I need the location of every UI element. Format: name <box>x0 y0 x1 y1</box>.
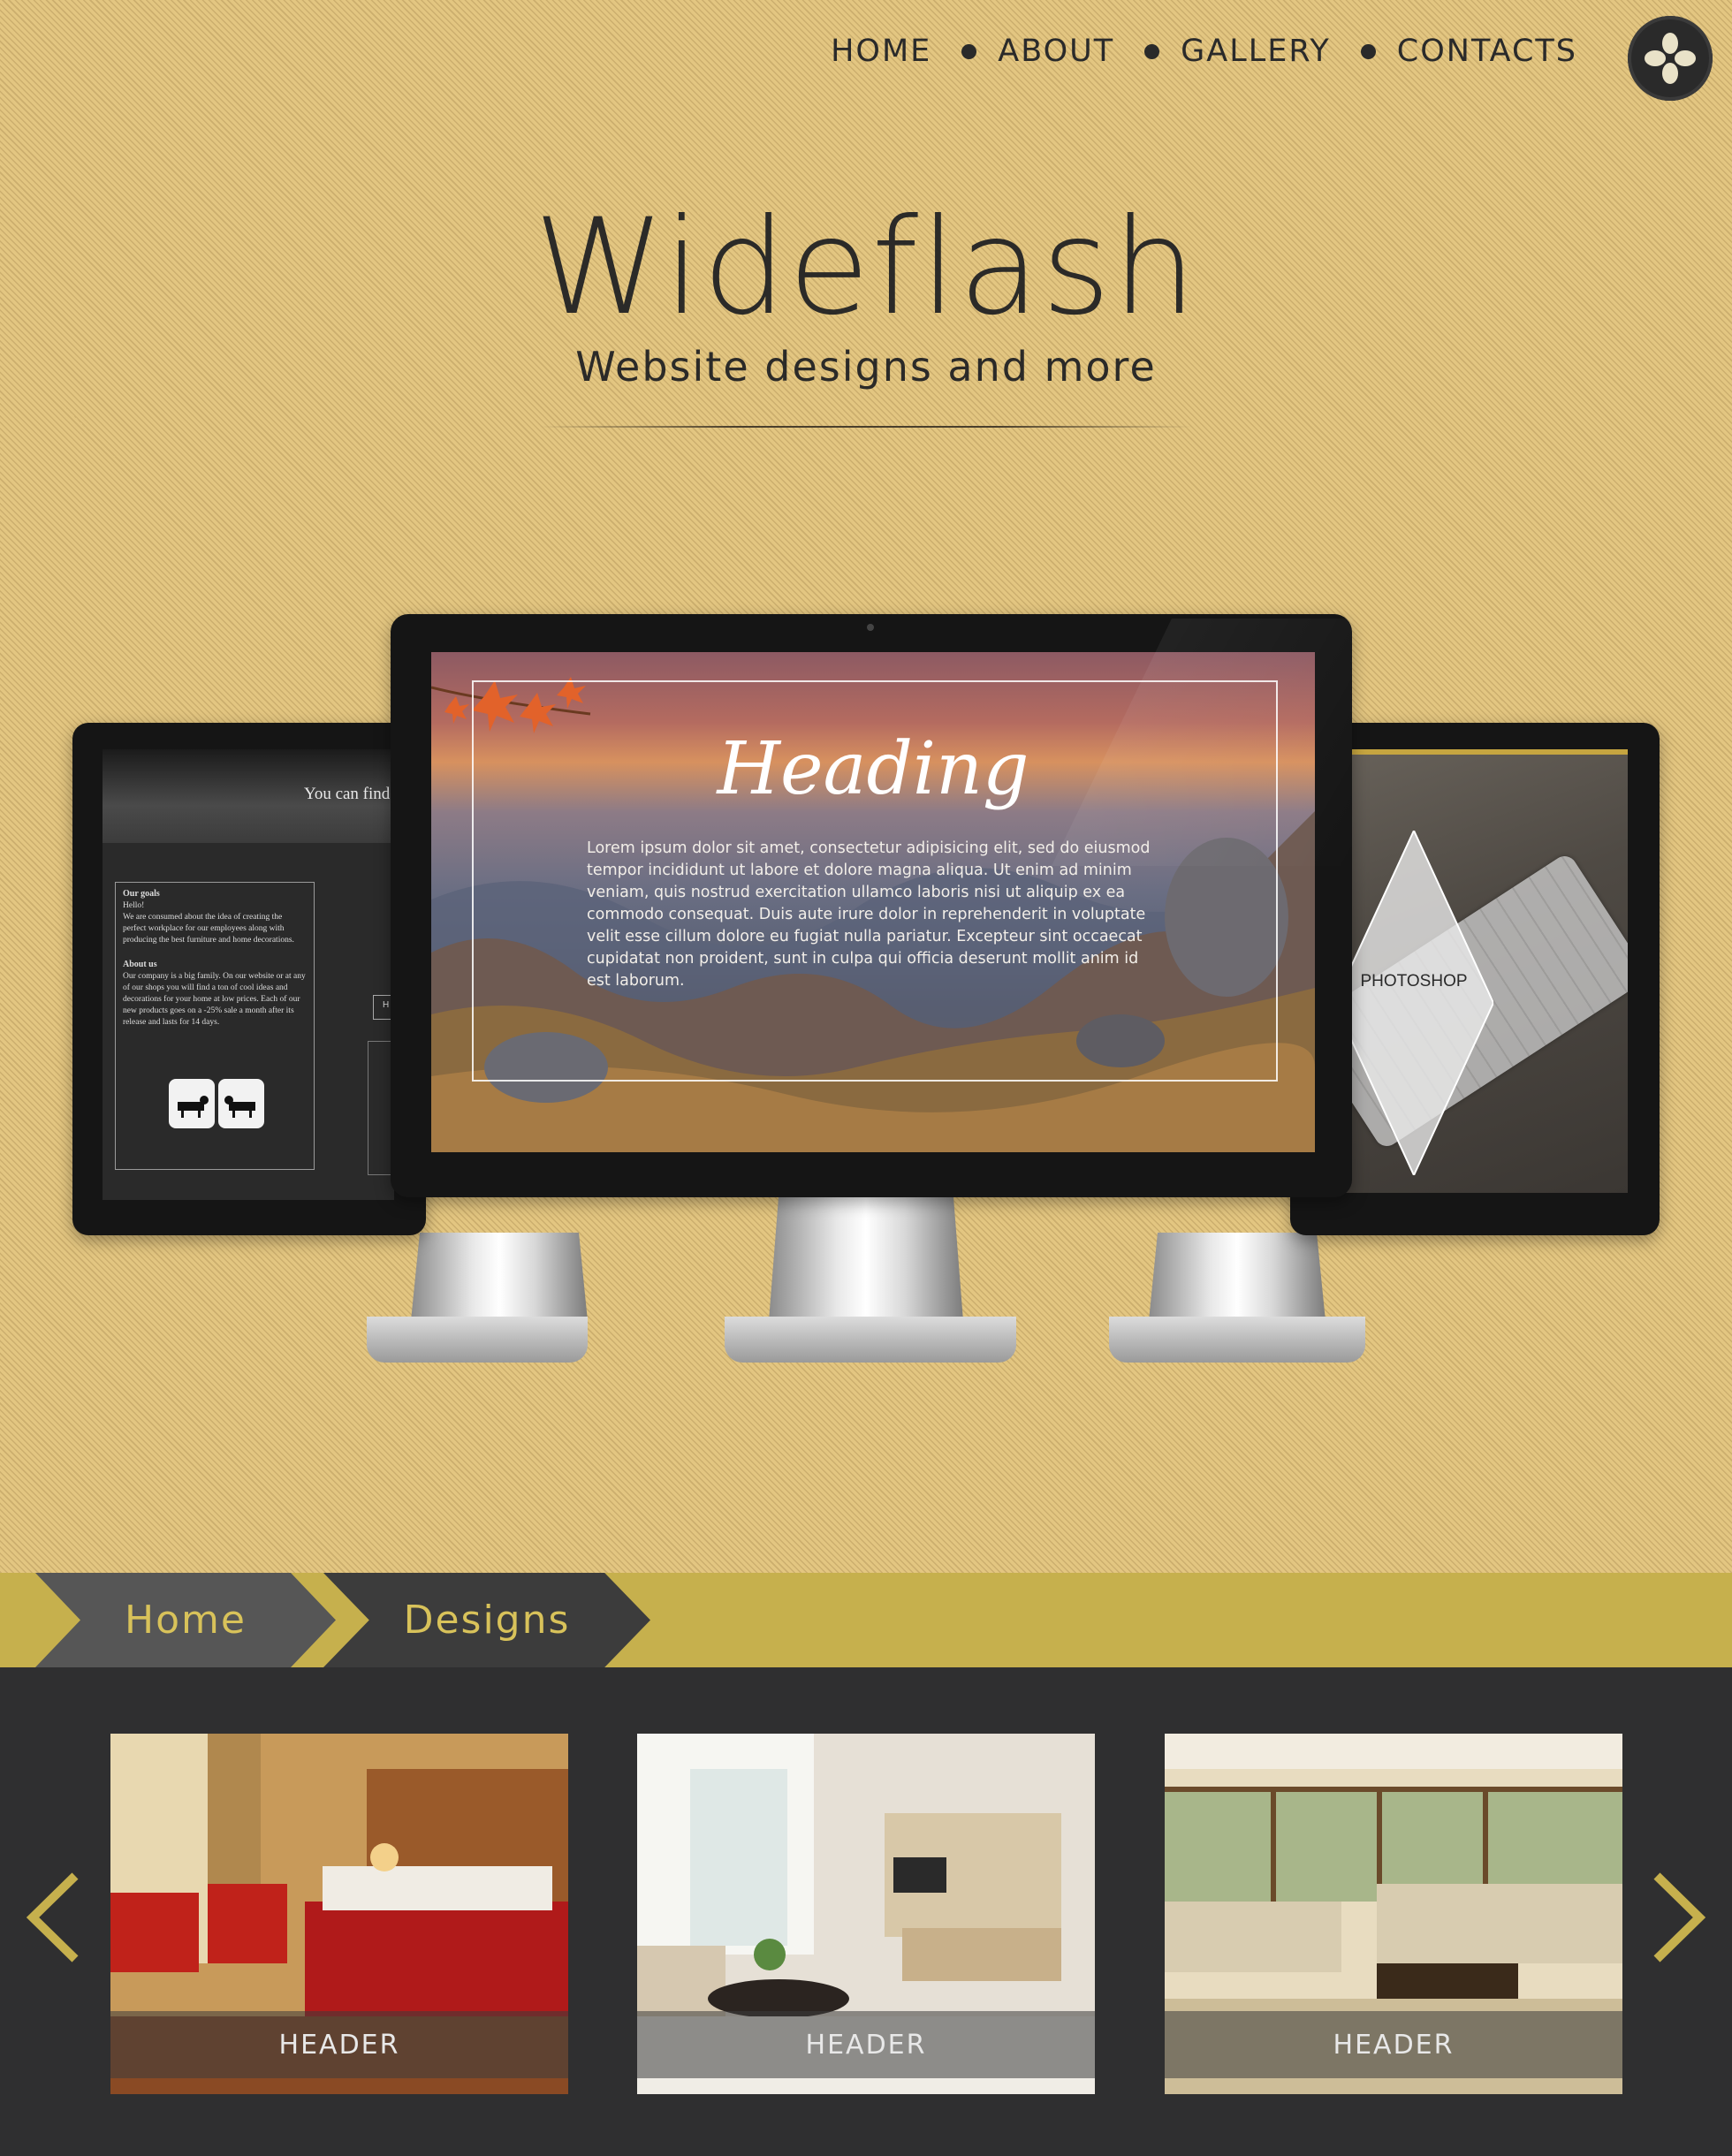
about-text: Our company is a big family. On our webs… <box>123 972 306 1027</box>
center-monitor-stand <box>769 1197 963 1321</box>
camera-dot <box>867 624 874 631</box>
right-monitor-foot <box>1109 1317 1365 1363</box>
left-monitor-stand <box>411 1233 588 1321</box>
flower-logo-icon[interactable] <box>1628 16 1713 101</box>
dachshund-pillows-image <box>169 1079 264 1128</box>
nav-separator-dot <box>1360 43 1376 59</box>
hero-title-block: Wideflash Website designs and more <box>0 201 1732 391</box>
breadcrumb-designs[interactable]: Designs <box>323 1573 650 1667</box>
gallery-section: HEADER HEADER HEADER <box>0 1667 1732 2156</box>
title-divider <box>539 426 1193 428</box>
screen-body-text: Lorem ipsum dolor sit amet, consectetur … <box>587 839 1151 990</box>
breadcrumb-home[interactable]: Home <box>35 1573 336 1667</box>
left-monitor-foot <box>367 1317 588 1363</box>
about-title: About us <box>123 960 157 969</box>
gallery-card-caption: HEADER <box>1165 2011 1622 2078</box>
photoshop-label: PHOTOSHOP <box>1360 972 1468 991</box>
top-nav: HOME ABOUT GALLERY CONTACTS <box>831 34 1577 69</box>
center-monitor-foot <box>725 1317 1016 1363</box>
left-screen-banner-text: You can find <box>304 785 391 803</box>
nav-home-link[interactable]: HOME <box>831 34 931 69</box>
nav-separator-dot <box>961 43 977 59</box>
site-title: Wideflash <box>534 191 1198 345</box>
goals-title: Our goals <box>123 889 160 899</box>
gallery-card[interactable]: HEADER <box>637 1734 1095 2094</box>
nav-about-link[interactable]: ABOUT <box>998 34 1114 69</box>
chevron-left-icon[interactable] <box>22 1869 84 1966</box>
gallery-card[interactable]: HEADER <box>110 1734 568 2094</box>
goals-text: Hello! We are consumed about the idea of… <box>123 901 294 945</box>
nav-separator-dot <box>1144 43 1160 59</box>
left-screen-banner: You can find <box>103 749 394 843</box>
left-monitor-screen: You can find Our goals Hello! We are con… <box>103 749 394 1200</box>
diamond-shape <box>1334 831 1493 1175</box>
gallery-card-caption: HEADER <box>637 2011 1095 2078</box>
hero-section: HOME ABOUT GALLERY CONTACTS Wideflash We… <box>0 0 1732 1573</box>
center-monitor-screen: Heading Lorem ipsum dolor sit amet, cons… <box>431 652 1315 1152</box>
gallery-card-caption: HEADER <box>110 2011 568 2078</box>
left-screen-info-box: Our goals Hello! We are consumed about t… <box>115 882 315 1170</box>
breadcrumb: Home Designs <box>0 1573 1732 1667</box>
site-subtitle: Website designs and more <box>575 343 1157 391</box>
nav-gallery-link[interactable]: GALLERY <box>1181 34 1331 69</box>
screen-heading: Heading <box>717 727 1029 811</box>
chevron-right-icon[interactable] <box>1648 1869 1710 1966</box>
right-monitor-stand <box>1149 1233 1326 1321</box>
gallery-card[interactable]: HEADER <box>1165 1734 1622 2094</box>
nav-contacts-link[interactable]: CONTACTS <box>1397 34 1577 69</box>
